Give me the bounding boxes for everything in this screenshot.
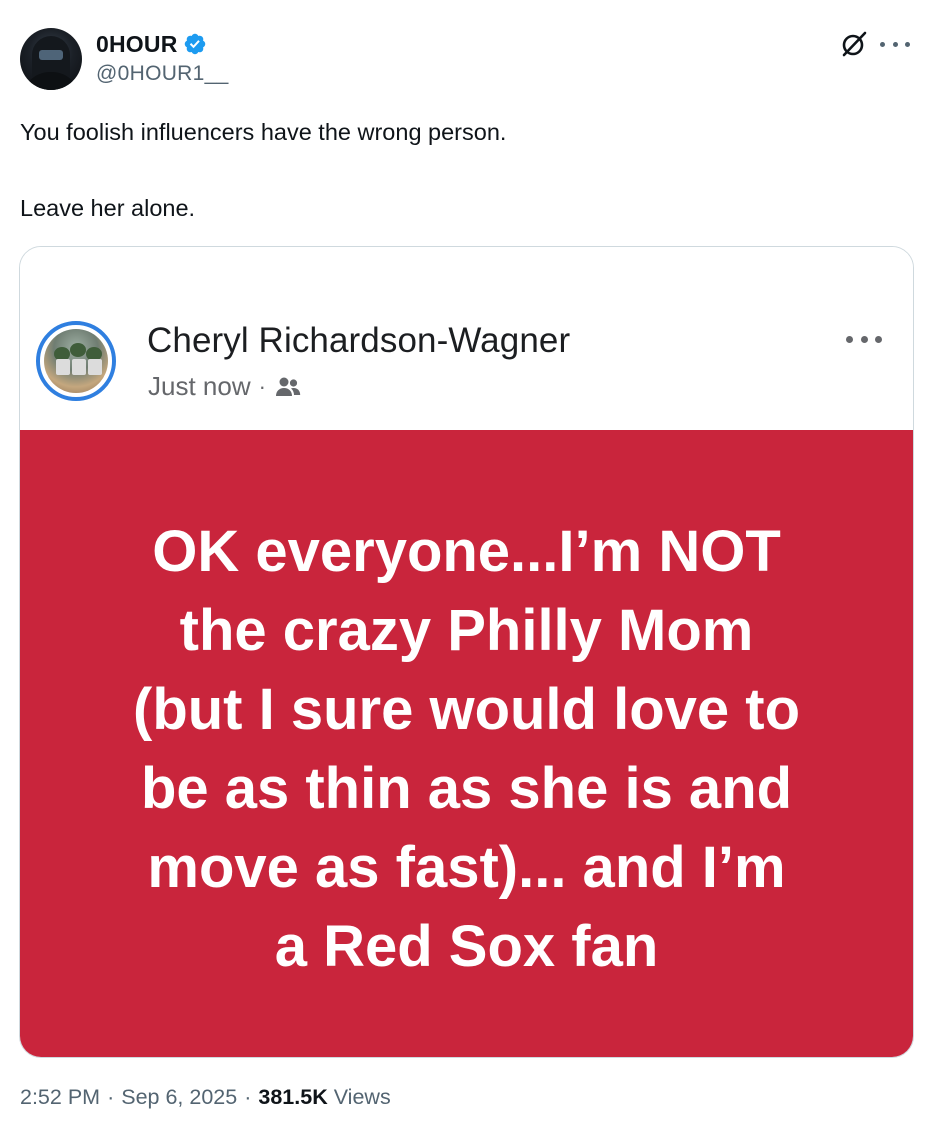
tweet-date[interactable]: Sep 6, 2025 [121, 1085, 237, 1110]
embedded-post-text-line: be as thin as she is and [140, 756, 793, 821]
grok-icon[interactable] [840, 30, 868, 58]
embedded-post-text-line: a Red Sox fan [274, 914, 659, 979]
embedded-post-meta: Just now · [148, 371, 302, 402]
verified-badge-icon[interactable] [183, 32, 207, 56]
embedded-post-text-line: move as fast)... and I’m [147, 835, 786, 900]
embedded-post-text-line: OK everyone...I’m NOT [152, 519, 781, 584]
embedded-post-more-icon [846, 333, 882, 345]
tweet-text: You foolish influencers have the wrong p… [20, 117, 900, 223]
handle[interactable]: @0HOUR1__ [96, 62, 229, 86]
tweet-media-image[interactable]: Cheryl Richardson-Wagner Just now · OK e… [19, 246, 914, 1058]
tweet-text-line: Leave her alone. [20, 195, 196, 221]
tweet-meta-row: 2:52 PM · Sep 6, 2025 · 381.5K Views [20, 1085, 391, 1110]
views-count[interactable]: 381.5K [258, 1085, 327, 1110]
more-options-icon[interactable] [880, 34, 910, 54]
embedded-post-avatar [36, 321, 116, 401]
tweet: 0HOUR @0HOUR1__ You foolish influencers … [0, 0, 932, 1138]
meta-separator: · [244, 1085, 252, 1109]
embedded-post-header: Cheryl Richardson-Wagner Just now · [20, 247, 913, 430]
friends-icon [274, 375, 302, 399]
embedded-post-text-line: (but I sure would love to [133, 677, 800, 742]
tweet-text-line: You foolish influencers have the wrong p… [20, 119, 507, 145]
embedded-post-separator: · [258, 373, 266, 399]
author-block: 0HOUR @0HOUR1__ [96, 30, 229, 86]
display-name-row: 0HOUR [96, 30, 229, 58]
avatar[interactable] [20, 28, 82, 90]
embedded-post-body: OK everyone...I’m NOT the crazy Philly M… [20, 430, 913, 1057]
avatar-shoulders [22, 72, 80, 90]
tweet-time[interactable]: 2:52 PM [20, 1085, 100, 1110]
display-name[interactable]: 0HOUR [96, 31, 178, 58]
embedded-post-text-line: the crazy Philly Mom [179, 598, 754, 663]
meta-separator: · [107, 1085, 115, 1109]
embedded-post-author-name: Cheryl Richardson-Wagner [147, 321, 571, 360]
embedded-post-text: OK everyone...I’m NOT the crazy Philly M… [20, 512, 913, 986]
embedded-post-time: Just now [148, 371, 251, 401]
avatar-mask [39, 50, 63, 60]
views-label[interactable]: Views [334, 1085, 391, 1110]
